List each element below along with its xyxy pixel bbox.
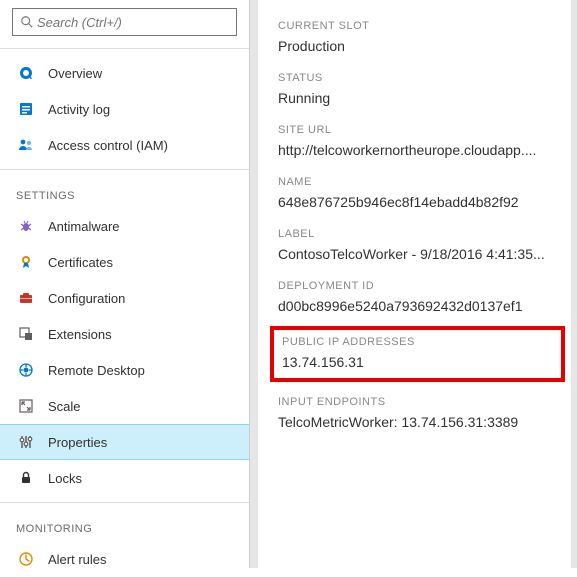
field-value: d00bc8996e5240a793692432d0137ef1 [278,298,557,314]
field-site-url: SITE URL http://telcoworkernortheurope.c… [278,124,557,158]
access-icon [16,135,36,155]
properties-icon [16,432,36,452]
alert-icon [16,549,36,569]
field-name: NAME 648e876725b946ec8f14ebadd4b82f92 [278,176,557,210]
sidebar-item-properties[interactable]: Properties [0,424,249,460]
scrollbar[interactable] [571,0,577,568]
sidebar-item-alert-rules[interactable]: Alert rules [0,541,249,577]
section-header-monitoring: MONITORING [0,509,249,541]
sidebar-item-label: Antimalware [48,219,120,234]
certificate-icon [16,252,36,272]
field-label: STATUS [278,72,557,84]
search-icon [19,14,35,30]
sidebar-item-label: Remote Desktop [48,363,145,378]
field-value: Running [278,90,557,106]
field-label-field: LABEL ContosoTelcoWorker - 9/18/2016 4:4… [278,228,557,262]
sidebar-item-antimalware[interactable]: Antimalware [0,208,249,244]
field-value: http://telcoworkernortheurope.cloudapp..… [278,142,557,158]
field-public-ip: PUBLIC IP ADDRESSES 13.74.156.31 [282,336,553,370]
sidebar-item-certificates[interactable]: Certificates [0,244,249,280]
remote-icon [16,360,36,380]
sidebar-item-label: Activity log [48,102,110,117]
sidebar-item-access-control[interactable]: Access control (IAM) [0,127,249,163]
sidebar-item-configuration[interactable]: Configuration [0,280,249,316]
field-value: TelcoMetricWorker: 13.74.156.31:3389 [278,414,557,430]
section-header-settings: SETTINGS [0,176,249,208]
overview-icon [16,63,36,83]
field-label: INPUT ENDPOINTS [278,396,557,408]
sidebar-item-locks[interactable]: Locks [0,460,249,496]
sidebar-item-label: Configuration [48,291,125,306]
sidebar-item-label: Certificates [48,255,113,270]
field-label: SITE URL [278,124,557,136]
field-status: STATUS Running [278,72,557,106]
locks-icon [16,468,36,488]
sidebar-item-label: Alert rules [48,552,107,567]
field-value: 648e876725b946ec8f14ebadd4b82f92 [278,194,557,210]
sidebar-item-extensions[interactable]: Extensions [0,316,249,352]
field-label: NAME [278,176,557,188]
sidebar-item-label: Properties [48,435,107,450]
sidebar: Overview Activity log Access control (IA… [0,0,250,568]
field-current-slot: CURRENT SLOT Production [278,20,557,54]
field-label: DEPLOYMENT ID [278,280,557,292]
configuration-icon [16,288,36,308]
extensions-icon [16,324,36,344]
sidebar-item-scale[interactable]: Scale [0,388,249,424]
sidebar-item-label: Scale [48,399,81,414]
pane-splitter[interactable] [250,0,258,568]
search-field[interactable] [35,14,230,31]
sidebar-item-label: Access control (IAM) [48,138,168,153]
search-input[interactable] [12,8,237,36]
scale-icon [16,396,36,416]
field-public-ip-highlight: PUBLIC IP ADDRESSES 13.74.156.31 [270,326,565,382]
field-label: LABEL [278,228,557,240]
sidebar-item-label: Overview [48,66,102,81]
field-deployment-id: DEPLOYMENT ID d00bc8996e5240a793692432d0… [278,280,557,314]
sidebar-item-remote-desktop[interactable]: Remote Desktop [0,352,249,388]
field-label: PUBLIC IP ADDRESSES [282,336,553,348]
sidebar-item-label: Locks [48,471,82,486]
details-pane: CURRENT SLOT Production STATUS Running S… [258,0,577,568]
sidebar-item-label: Extensions [48,327,112,342]
field-input-endpoints: INPUT ENDPOINTS TelcoMetricWorker: 13.74… [278,396,557,430]
sidebar-item-activity-log[interactable]: Activity log [0,91,249,127]
field-value: Production [278,38,557,54]
sidebar-item-overview[interactable]: Overview [0,55,249,91]
field-label: CURRENT SLOT [278,20,557,32]
antimalware-icon [16,216,36,236]
log-icon [16,99,36,119]
field-value: ContosoTelcoWorker - 9/18/2016 4:41:35..… [278,246,557,262]
field-value: 13.74.156.31 [282,354,553,370]
